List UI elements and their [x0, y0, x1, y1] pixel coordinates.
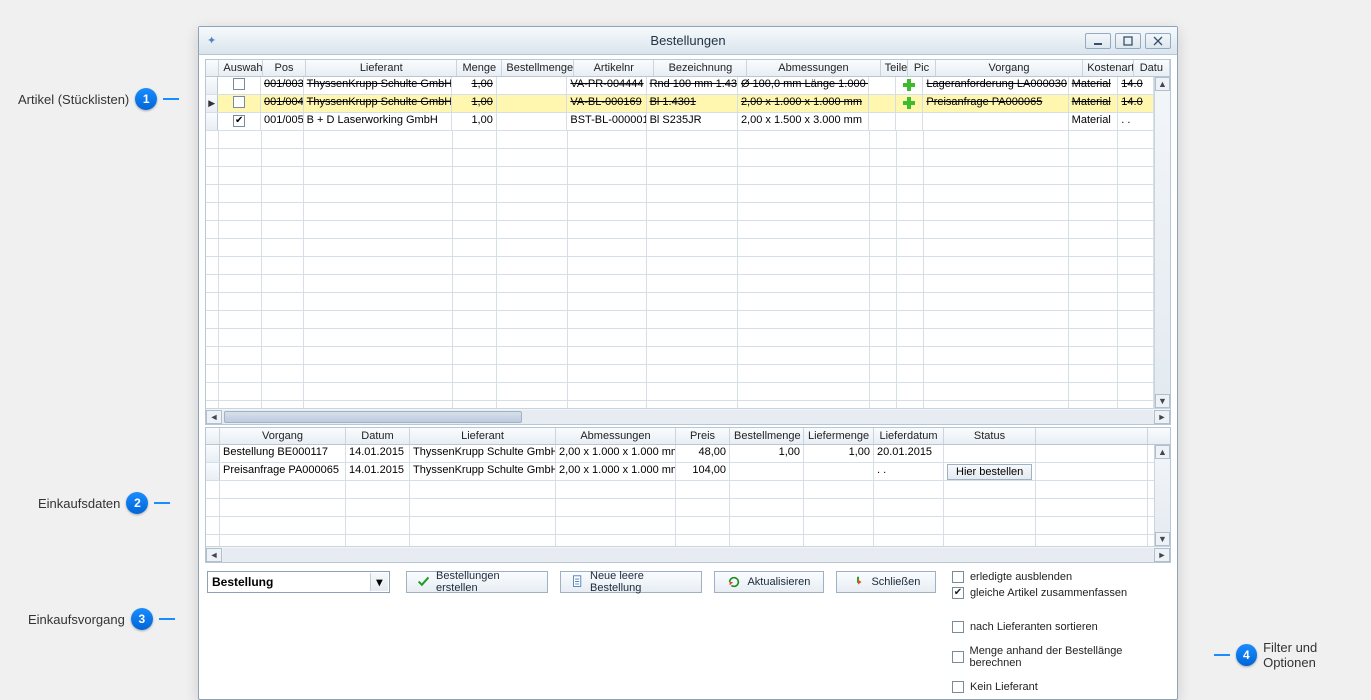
refresh-button[interactable]: Aktualisieren: [714, 571, 824, 593]
col-preis-b[interactable]: Preis: [676, 428, 730, 444]
auswahl-checkbox[interactable]: [233, 78, 245, 90]
col-lieferant-b[interactable]: Lieferant: [410, 428, 556, 444]
window-title: Bestellungen: [199, 33, 1177, 48]
create-orders-button[interactable]: Bestellungen erstellen: [406, 571, 548, 593]
col-artikelnr[interactable]: Artikelnr: [574, 60, 654, 76]
document-icon: [571, 575, 584, 589]
col-kostenart[interactable]: Kostenart: [1083, 60, 1133, 76]
col-vorgang-b[interactable]: Vorgang: [220, 428, 346, 444]
window-close-button[interactable]: [1145, 33, 1171, 49]
check-icon: [417, 575, 430, 589]
close-button[interactable]: Schließen: [836, 571, 936, 593]
new-empty-order-button[interactable]: Neue leere Bestellung: [560, 571, 702, 593]
option-sort-supplier[interactable]: nach Lieferanten sortieren: [952, 621, 1169, 633]
annotation-badge-3: 3: [131, 608, 153, 630]
window: ✦ Bestellungen Auswahl Pos Lieferant Men…: [198, 26, 1178, 700]
chevron-down-icon: ▾: [370, 573, 388, 591]
col-pic[interactable]: Pic: [908, 60, 936, 76]
table-row[interactable]: ▶001/004ThyssenKrupp Schulte GmbH1,00VA-…: [206, 95, 1154, 113]
annotation-text: Artikel (Stücklisten): [18, 92, 129, 107]
col-bestellmenge[interactable]: Bestellmenge: [502, 60, 574, 76]
auswahl-checkbox[interactable]: [233, 115, 245, 127]
annotation-badge-1: 1: [135, 88, 157, 110]
col-liefermenge-b[interactable]: Liefermenge: [804, 428, 874, 444]
purchase-type-combo[interactable]: Bestellung ▾: [207, 571, 390, 593]
col-datum[interactable]: Datu: [1134, 60, 1170, 76]
col-auswahl[interactable]: Auswahl: [219, 60, 262, 76]
vertical-scrollbar[interactable]: ▲▼: [1154, 445, 1170, 546]
table-row[interactable]: Preisanfrage PA00006514.01.2015ThyssenKr…: [206, 463, 1154, 481]
annotation-line: [159, 618, 175, 620]
col-pos[interactable]: Pos: [263, 60, 306, 76]
app-icon: ✦: [207, 34, 221, 48]
col-bezeichnung[interactable]: Bezeichnung: [654, 60, 747, 76]
titlebar: ✦ Bestellungen: [199, 27, 1177, 55]
annotation-text: Einkaufsvorgang: [28, 612, 125, 627]
annotation-line: [154, 502, 170, 504]
table-row[interactable]: Bestellung BE00011714.01.2015ThyssenKrup…: [206, 445, 1154, 463]
window-maximize-button[interactable]: [1115, 33, 1141, 49]
col-bestellmenge-b[interactable]: Bestellmenge: [730, 428, 804, 444]
col-vorgang[interactable]: Vorgang: [936, 60, 1083, 76]
option-merge-articles[interactable]: gleiche Artikel zusammenfassen: [952, 587, 1169, 599]
hier-bestellen-button[interactable]: Hier bestellen: [947, 464, 1032, 480]
col-abmessungen-b[interactable]: Abmessungen: [556, 428, 676, 444]
option-hide-done[interactable]: erledigte ausblenden: [952, 571, 1169, 583]
col-lieferant[interactable]: Lieferant: [306, 60, 457, 76]
option-qty-by-length[interactable]: Menge anhand der Bestellänge berechnen: [952, 645, 1169, 669]
col-abmessungen[interactable]: Abmessungen: [747, 60, 880, 76]
col-status-b[interactable]: Status: [944, 428, 1036, 444]
horizontal-scrollbar[interactable]: ◄ ►: [206, 408, 1170, 424]
plus-icon[interactable]: [902, 78, 916, 92]
horizontal-scrollbar[interactable]: ◄ ►: [206, 546, 1170, 562]
refresh-icon: [727, 575, 741, 589]
col-lieferdatum-b[interactable]: Lieferdatum: [874, 428, 944, 444]
exit-icon: [851, 575, 865, 589]
col-menge[interactable]: Menge: [457, 60, 502, 76]
annotation-line: [163, 98, 179, 100]
table-row[interactable]: 001/003ThyssenKrupp Schulte GmbH1,00VA-P…: [206, 77, 1154, 95]
combo-value: Bestellung: [212, 575, 273, 589]
col-teile[interactable]: Teile: [881, 60, 909, 76]
option-no-supplier[interactable]: Kein Lieferant: [952, 681, 1169, 693]
auswahl-checkbox[interactable]: [233, 96, 245, 108]
articles-grid[interactable]: Auswahl Pos Lieferant Menge Bestellmenge…: [205, 59, 1171, 425]
annotation-line: [1214, 654, 1230, 656]
annotation-badge-2: 2: [126, 492, 148, 514]
window-minimize-button[interactable]: [1085, 33, 1111, 49]
annotation-text: Einkaufsdaten: [38, 496, 120, 511]
col-datum-b[interactable]: Datum: [346, 428, 410, 444]
purchase-data-grid[interactable]: Vorgang Datum Lieferant Abmessungen Prei…: [205, 427, 1171, 563]
plus-icon[interactable]: [902, 96, 916, 110]
annotation-badge-4: 4: [1236, 644, 1257, 666]
annotation-text: Filter und Optionen: [1263, 640, 1371, 670]
table-row[interactable]: 001/005B + D Laserworking GmbH1,00BST-BL…: [206, 113, 1154, 131]
vertical-scrollbar[interactable]: ▲▼: [1154, 77, 1170, 408]
